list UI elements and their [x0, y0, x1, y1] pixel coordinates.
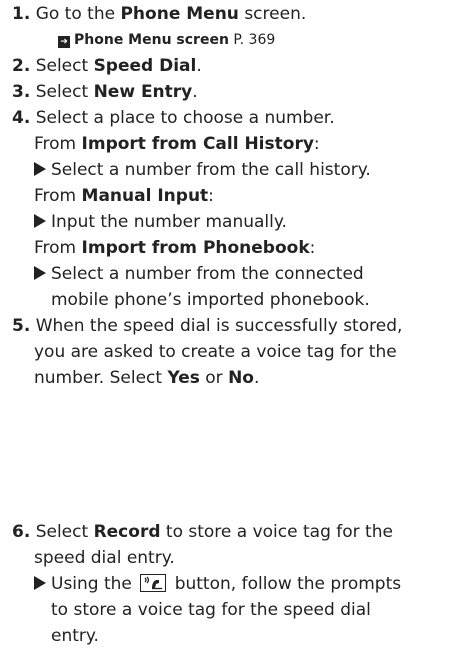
- step-text: .: [192, 82, 198, 102]
- option-detail-text: Input the number manually.: [51, 212, 287, 232]
- option-manual-input: From Manual Input:: [34, 184, 214, 208]
- step-text: button, follow the prompts: [169, 574, 402, 594]
- option-name: Import from Call History: [81, 134, 314, 154]
- voice-tag-button-icon: [140, 574, 167, 592]
- yes-option: Yes: [167, 368, 200, 388]
- step-number: 1.: [12, 4, 31, 24]
- step-6-detail: Using the button, follow the prompts: [34, 572, 401, 596]
- step-number: 4.: [12, 108, 31, 128]
- option-colon: :: [208, 186, 214, 206]
- reference-link[interactable]: ➜ Phone Menu screen P. 369: [58, 28, 275, 52]
- step-6-cont: speed dial entry.: [34, 548, 175, 568]
- arrow-ref-icon: ➜: [58, 36, 70, 48]
- step-6-detail-cont: to store a voice tag for the speed dial: [51, 600, 371, 620]
- reference-page: P. 369: [233, 32, 276, 48]
- step-5: 5. When the speed dial is successfully s…: [12, 314, 402, 338]
- step-5-cont: number. Select Yes or No.: [34, 366, 259, 390]
- option-prefix: From: [34, 238, 82, 258]
- step-2: 2. Select Speed Dial.: [12, 54, 202, 78]
- step-number: 2.: [12, 56, 31, 76]
- step-5-cont: you are asked to create a voice tag for …: [34, 342, 397, 362]
- option-prefix: From: [34, 186, 82, 206]
- menu-name: New Entry: [93, 82, 193, 102]
- step-number: 3.: [12, 82, 31, 102]
- step-6-detail-cont: entry.: [51, 626, 99, 646]
- triangle-bullet-icon: [34, 162, 46, 176]
- step-1: 1. Go to the Phone Menu screen.: [12, 2, 306, 26]
- step-number: 5.: [12, 316, 31, 336]
- triangle-bullet-icon: [34, 214, 46, 228]
- step-3: 3. Select New Entry.: [12, 80, 198, 104]
- menu-name: Phone Menu: [120, 4, 239, 24]
- step-text: When the speed dial is successfully stor…: [35, 316, 403, 336]
- option-detail: Select a number from the connected: [34, 262, 364, 286]
- option-colon: :: [313, 134, 320, 154]
- step-text: or: [199, 368, 229, 388]
- step-text: .: [253, 368, 260, 388]
- option-detail-text: Select a number from the connected: [51, 264, 364, 284]
- step-text: Select a place to choose a number.: [35, 108, 335, 128]
- step-text: screen.: [238, 4, 307, 24]
- step-4: 4. Select a place to choose a number.: [12, 106, 335, 130]
- step-text: Select: [35, 522, 94, 542]
- option-prefix: From: [34, 134, 82, 154]
- option-name: Import from Phonebook: [81, 238, 310, 258]
- step-6: 6. Select Record to store a voice tag fo…: [12, 520, 393, 544]
- step-text: Go to the: [35, 4, 121, 24]
- reference-title: Phone Menu screen: [74, 32, 229, 48]
- step-number: 6.: [12, 522, 31, 542]
- step-text: number. Select: [34, 368, 168, 388]
- step-text: to store a voice tag for the: [160, 522, 393, 542]
- option-phonebook: From Import from Phonebook:: [34, 236, 315, 260]
- triangle-bullet-icon: [34, 266, 46, 280]
- option-detail: Select a number from the call history.: [34, 158, 371, 182]
- step-text: Select: [35, 56, 94, 76]
- step-text: Select: [35, 82, 94, 102]
- step-text: .: [196, 56, 202, 76]
- step-text: Using the: [51, 574, 138, 594]
- option-name: Manual Input: [81, 186, 209, 206]
- option-detail: Input the number manually.: [34, 210, 287, 234]
- triangle-bullet-icon: [34, 576, 46, 590]
- option-call-history: From Import from Call History:: [34, 132, 320, 156]
- no-option: No: [228, 368, 254, 388]
- option-detail-cont: mobile phone’s imported phonebook.: [51, 290, 370, 310]
- option-detail-text: Select a number from the call history.: [51, 160, 371, 180]
- menu-name: Record: [93, 522, 161, 542]
- option-colon: :: [309, 238, 316, 258]
- menu-name: Speed Dial: [93, 56, 197, 76]
